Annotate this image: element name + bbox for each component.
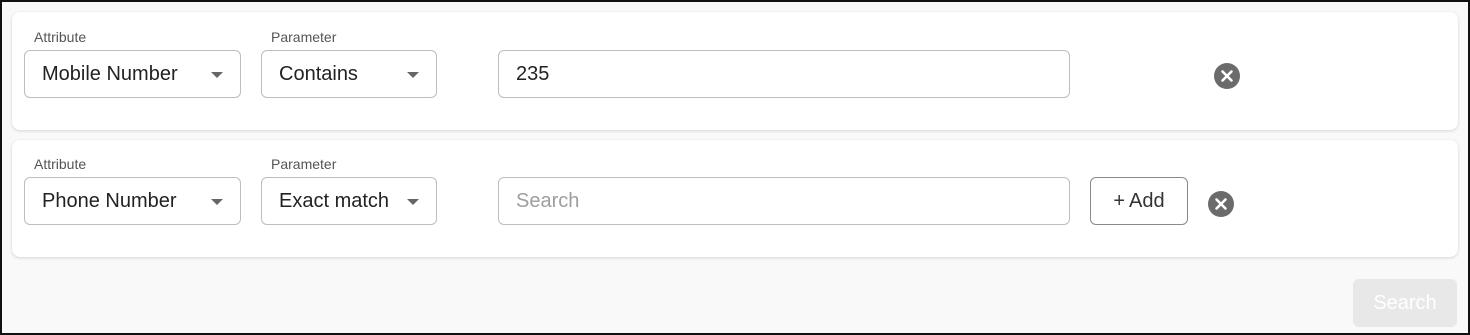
plus-icon: +	[1113, 189, 1126, 212]
search-button[interactable]: Search	[1353, 279, 1457, 327]
add-button-label: Add	[1129, 189, 1165, 212]
close-circle-icon[interactable]	[1214, 63, 1240, 89]
parameter-select[interactable]: Contains	[261, 50, 437, 98]
parameter-label: Parameter	[271, 156, 337, 172]
parameter-select[interactable]: Exact match	[261, 177, 437, 225]
attribute-select[interactable]: Phone Number	[24, 177, 241, 225]
chevron-down-icon	[211, 199, 223, 205]
chevron-down-icon	[211, 72, 223, 78]
attribute-label: Attribute	[34, 29, 87, 45]
attribute-select-value: Phone Number	[42, 190, 177, 212]
attribute-select[interactable]: Mobile Number	[24, 50, 241, 98]
add-button[interactable]: + Add	[1090, 177, 1188, 225]
search-input[interactable]	[498, 177, 1070, 225]
filter-row-1: Attribute Mobile Number Parameter Contai…	[12, 12, 1458, 130]
chevron-down-icon	[407, 199, 419, 205]
attribute-label: Attribute	[34, 156, 87, 172]
attribute-select-value: Mobile Number	[42, 63, 178, 85]
close-circle-icon[interactable]	[1208, 191, 1234, 217]
chevron-down-icon	[407, 72, 419, 78]
filter-value-input[interactable]	[498, 50, 1070, 98]
parameter-select-value: Contains	[279, 63, 358, 85]
filter-row-2: Attribute Phone Number Parameter Exact m…	[12, 140, 1458, 257]
parameter-select-value: Exact match	[279, 190, 390, 212]
filter-panel: Attribute Mobile Number Parameter Contai…	[0, 0, 1470, 335]
parameter-label: Parameter	[271, 29, 337, 45]
